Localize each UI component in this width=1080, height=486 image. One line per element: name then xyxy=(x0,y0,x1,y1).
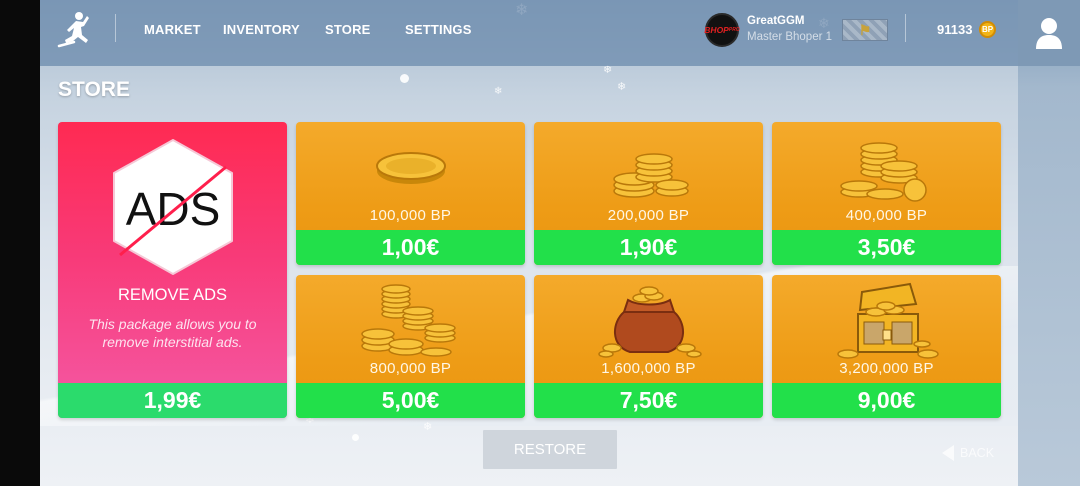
rank-emblem-icon: ⚑ xyxy=(842,19,888,41)
snowflake-icon: ❄ xyxy=(423,420,433,433)
player-rank: Master Bhoper 1 xyxy=(747,31,833,43)
back-label: BACK xyxy=(960,446,995,460)
top-bar: MARKET INVENTORY STORE SETTINGS BHOP PRO … xyxy=(40,0,1018,66)
coin-pack-price-button[interactable]: 1,90€ xyxy=(534,230,763,265)
profile-button[interactable] xyxy=(1018,0,1080,66)
nav-market[interactable]: MARKET xyxy=(144,22,201,37)
avatar-badge-text: BHOP xyxy=(704,25,729,35)
coin-pack-amount: 200,000 BP xyxy=(607,207,690,224)
back-button[interactable]: BACK xyxy=(942,445,994,461)
coin-pack-card[interactable]: 1,600,000 BP 7,50€ xyxy=(534,275,763,418)
coin-pack-amount: 800,000 BP xyxy=(369,360,452,377)
remove-ads-title: REMOVE ADS xyxy=(117,286,228,304)
treasure-chest-icon xyxy=(836,282,939,359)
coin-pack-card[interactable]: 800,000 BP 5,00€ xyxy=(296,275,525,418)
coin-pack-amount: 100,000 BP xyxy=(369,207,452,224)
nav-store[interactable]: STORE xyxy=(325,22,371,37)
coin-stack-medium-icon xyxy=(839,142,927,202)
snow-particle xyxy=(400,74,409,83)
page-title: STORE xyxy=(58,78,130,101)
back-arrow-icon xyxy=(942,445,954,461)
bp-coin-icon: BP xyxy=(979,21,996,38)
coin-pack-amount: 400,000 BP xyxy=(845,207,928,224)
coin-pack-card[interactable]: 3,200,000 BP 9,00€ xyxy=(772,275,1001,418)
coin-pile-icon xyxy=(360,284,456,357)
snowflake-icon: ❄ xyxy=(494,86,503,97)
single-coin-icon xyxy=(375,152,446,184)
coin-pack-amount: 3,200,000 BP xyxy=(839,360,934,377)
coin-pack-price-button[interactable]: 9,00€ xyxy=(772,383,1001,418)
coin-pack-amount: 1,600,000 BP xyxy=(601,360,696,377)
remove-ads-description: This package allows you to remove inters… xyxy=(88,316,257,350)
coin-pack-price-button[interactable]: 5,00€ xyxy=(296,383,525,418)
snowflake-icon: ❄ xyxy=(617,80,627,93)
remove-ads-price-button[interactable]: 1,99€ xyxy=(58,383,287,418)
ads-logo-text: ADS xyxy=(126,183,221,235)
bp-balance: 91133 xyxy=(937,22,973,37)
nav-inventory[interactable]: INVENTORY xyxy=(223,22,300,37)
avatar-badge-sub: PRO xyxy=(728,27,740,33)
side-panel xyxy=(1018,0,1080,486)
coin-stack-small-icon xyxy=(612,153,689,198)
coin-pack-card[interactable]: 100,000 BP 1,00€ xyxy=(296,122,525,265)
remove-ads-card[interactable]: ADS REMOVE ADS This package allows you t… xyxy=(58,122,287,418)
avatar[interactable]: BHOP PRO xyxy=(704,13,740,47)
coin-pack-card[interactable]: 200,000 BP 1,90€ xyxy=(534,122,763,265)
username: GreatGGM xyxy=(747,15,805,27)
coin-pack-price-button[interactable]: 1,00€ xyxy=(296,230,525,265)
restore-button[interactable]: RESTORE xyxy=(483,430,617,469)
divider xyxy=(115,14,116,42)
coin-bag-icon xyxy=(597,286,702,358)
user-silhouette-icon xyxy=(1036,18,1062,49)
coin-pack-price-button[interactable]: 7,50€ xyxy=(534,383,763,418)
no-ads-icon: ADS xyxy=(113,139,233,275)
nav-settings[interactable]: SETTINGS xyxy=(405,22,472,37)
snow-particle xyxy=(352,434,359,441)
coin-pack-card[interactable]: 400,000 BP 3,50€ xyxy=(772,122,1001,265)
coin-pack-price-button[interactable]: 3,50€ xyxy=(772,230,1001,265)
divider xyxy=(905,14,906,42)
jumping-player-logo-icon[interactable] xyxy=(56,10,96,50)
